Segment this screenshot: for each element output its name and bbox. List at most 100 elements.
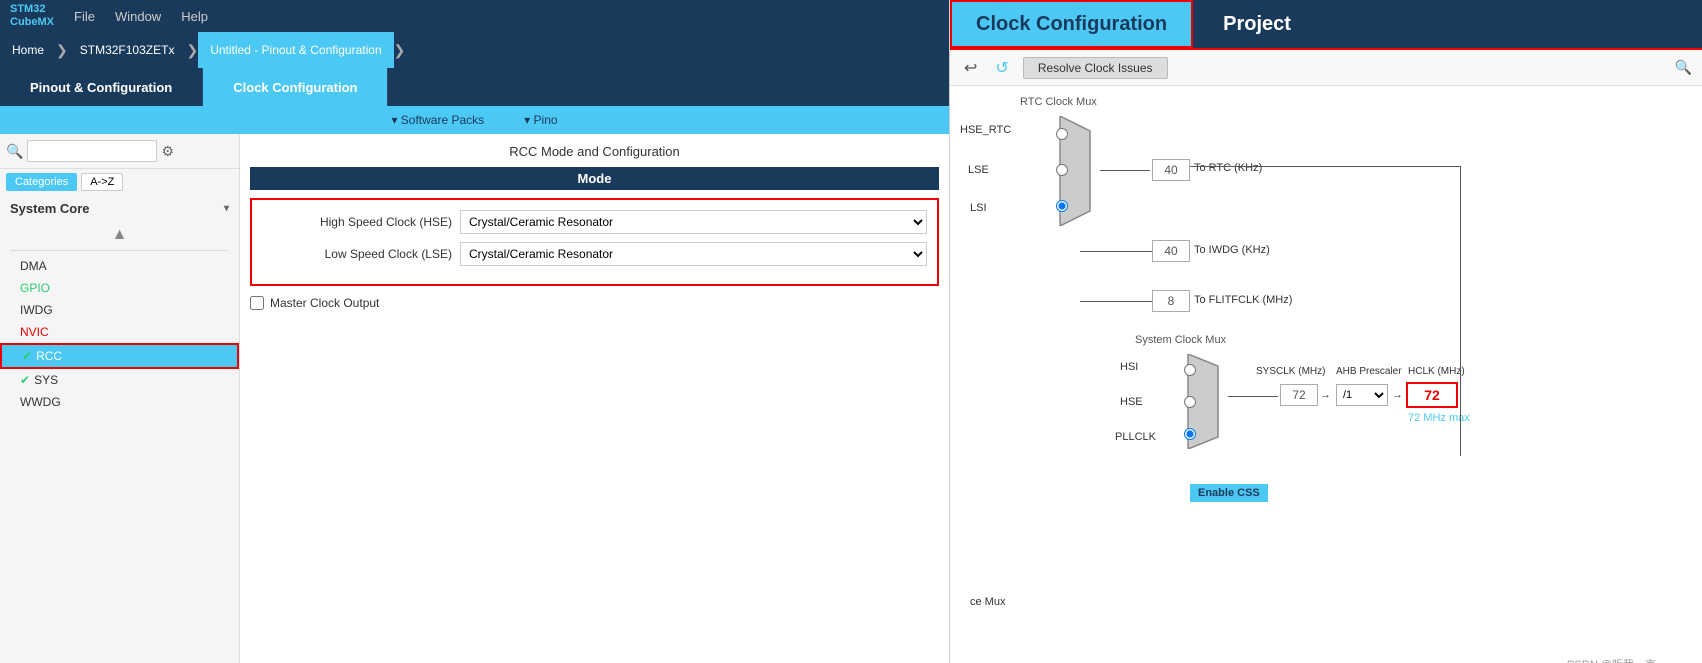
breadcrumb-device[interactable]: STM32F103ZETx	[68, 32, 187, 68]
menu-window[interactable]: Window	[115, 9, 161, 24]
system-core-label: System Core	[10, 201, 89, 216]
line-iwdg	[1080, 251, 1152, 252]
breadcrumb: Home ❯ STM32F103ZETx ❯ Untitled - Pinout…	[0, 32, 949, 68]
check-icon-sys: ✔	[20, 373, 30, 387]
rcc-title: RCC Mode and Configuration	[250, 144, 939, 159]
breadcrumb-arrow-2: ❯	[186, 42, 198, 59]
ahb-prescaler-select[interactable]: /1 /2 /4 /8 /16 /64 /128 /256 /512	[1336, 384, 1388, 406]
right-panel: Clock Configuration Project ↩ ↺ Resolve …	[950, 0, 1702, 663]
search-input[interactable]	[27, 140, 157, 162]
hse-label: High Speed Clock (HSE)	[262, 215, 452, 229]
breadcrumb-arrow-1: ❯	[56, 42, 68, 59]
breadcrumb-project[interactable]: Untitled - Pinout & Configuration	[198, 32, 393, 68]
sub-tab-bar: ▾ Software Packs ▾ Pino	[0, 106, 949, 134]
tab-az[interactable]: A->Z	[81, 173, 123, 191]
breadcrumb-arrow-3: ❯	[394, 42, 406, 59]
right-top-bar: Clock Configuration Project	[950, 0, 1702, 50]
pllclk-label: PLLCLK	[1115, 431, 1156, 443]
right-tab-clock[interactable]: Clock Configuration	[950, 0, 1193, 48]
right-tab-project[interactable]: Project	[1193, 0, 1702, 48]
hse-row: High Speed Clock (HSE) Crystal/Ceramic R…	[262, 210, 927, 234]
config-box: High Speed Clock (HSE) Crystal/Ceramic R…	[250, 198, 939, 286]
divider	[10, 250, 229, 251]
lse-label: Low Speed Clock (LSE)	[262, 247, 452, 261]
tab-bar: Pinout & Configuration Clock Configurati…	[0, 68, 949, 106]
master-clock-row: Master Clock Output	[250, 296, 939, 310]
radio-hsi[interactable]	[1184, 364, 1196, 379]
gear-icon[interactable]: ⚙	[161, 143, 174, 160]
chevron-down-icon: ▾	[224, 203, 229, 214]
to-flit-label: To FLITFCLK (MHz)	[1194, 294, 1292, 306]
hclk-value-box[interactable]: 72	[1406, 382, 1458, 408]
right-toolbar: ↩ ↺ Resolve Clock Issues 🔍	[950, 50, 1702, 86]
search-icon-toolbar[interactable]: 🔍	[1675, 59, 1692, 76]
tab-categories[interactable]: Categories	[6, 173, 77, 191]
enable-css-button[interactable]: Enable CSS	[1190, 484, 1268, 502]
iwdg-value-box[interactable]: 40	[1152, 240, 1190, 262]
lse-row: Low Speed Clock (LSE) Crystal/Ceramic Re…	[262, 242, 927, 266]
undo-icon[interactable]: ↩	[960, 56, 981, 80]
resolve-clock-issues-button[interactable]: Resolve Clock Issues	[1023, 57, 1168, 79]
vertical-line-bottom	[1460, 426, 1461, 456]
lse-select[interactable]: Crystal/Ceramic Resonator Disable BYPASS…	[460, 242, 927, 266]
arrow-right-2: →	[1392, 389, 1403, 401]
sidebar-item-rcc-label: RCC	[36, 349, 62, 363]
sidebar-item-nvic[interactable]: NVIC	[0, 321, 239, 343]
sidebar-item-iwdg[interactable]: IWDG	[0, 299, 239, 321]
lsi-label: LSI	[970, 202, 987, 214]
menu-file[interactable]: File	[74, 9, 95, 24]
ce-mux-label: ce Mux	[970, 596, 1005, 608]
check-icon: ✔	[22, 349, 32, 363]
arrow-right-1: →	[1320, 389, 1331, 401]
line-rtc	[1100, 170, 1150, 171]
sidebar-list: ▲ DMA GPIO IWDG NVIC ✔ RCC ✔ SYS WWDG	[0, 222, 239, 415]
flit-value-box[interactable]: 8	[1152, 290, 1190, 312]
sub-tab-software-packs[interactable]: ▾ Software Packs	[391, 113, 484, 127]
clock-diagram: RTC Clock Mux HSE_RTC LSE LSI	[950, 86, 1702, 663]
menu-help[interactable]: Help	[181, 9, 208, 24]
line-flit	[1080, 301, 1152, 302]
vertical-line-right	[1460, 166, 1461, 426]
hse-sys-label: HSE	[1120, 396, 1143, 408]
to-rtc-label: To RTC (KHz)	[1194, 162, 1262, 174]
tab-clock[interactable]: Clock Configuration	[203, 68, 388, 106]
horizontal-line-top	[1190, 166, 1460, 167]
master-clock-label: Master Clock Output	[270, 296, 379, 310]
watermark: CSDN @听我一言	[1567, 656, 1656, 663]
radio-lsi[interactable]	[1056, 200, 1068, 215]
sidebar-item-dma[interactable]: DMA	[0, 255, 239, 277]
radio-pllclk[interactable]	[1184, 428, 1196, 443]
mode-header: Mode	[250, 167, 939, 190]
app-logo: STM32 CubeMX	[10, 3, 54, 29]
search-icon: 🔍	[6, 143, 23, 160]
hse-rtc-label: HSE_RTC	[960, 124, 1011, 136]
hclk-label: HCLK (MHz)	[1408, 366, 1465, 377]
rtc-value-box[interactable]: 40	[1152, 159, 1190, 181]
line-sysclk	[1228, 396, 1278, 397]
sidebar-search-bar: 🔍 ⚙	[0, 134, 239, 169]
master-clock-checkbox[interactable]	[250, 296, 264, 310]
content-area: RCC Mode and Configuration Mode High Spe…	[240, 134, 949, 663]
sidebar-item-rcc[interactable]: ✔ RCC	[0, 343, 239, 369]
system-core-header[interactable]: System Core ▾	[0, 195, 239, 222]
top-bar: STM32 CubeMX File Window Help	[0, 0, 949, 32]
radio-hse-rtc[interactable]	[1056, 128, 1068, 143]
sidebar-item-wwdg[interactable]: WWDG	[0, 391, 239, 413]
sub-tab-pinout[interactable]: ▾ Pino	[524, 113, 557, 127]
sidebar-item-gpio[interactable]: GPIO	[0, 277, 239, 299]
main-area: 🔍 ⚙ Categories A->Z System Core ▾ ▲ DMA …	[0, 134, 949, 663]
sidebar-item-sys[interactable]: ✔ SYS	[0, 369, 239, 391]
sidebar: 🔍 ⚙ Categories A->Z System Core ▾ ▲ DMA …	[0, 134, 240, 663]
to-iwdg-label: To IWDG (KHz)	[1194, 244, 1270, 256]
tab-pinout[interactable]: Pinout & Configuration	[0, 68, 203, 106]
hse-select[interactable]: Crystal/Ceramic Resonator Disable BYPASS…	[460, 210, 927, 234]
radio-lse[interactable]	[1056, 164, 1068, 179]
system-clock-mux-label: System Clock Mux	[1135, 334, 1226, 346]
ahb-prescaler-label: AHB Prescaler	[1336, 366, 1402, 377]
breadcrumb-home[interactable]: Home	[0, 32, 56, 68]
refresh-icon[interactable]: ↺	[991, 56, 1012, 80]
scroll-up-icon[interactable]: ▲	[112, 226, 128, 244]
sysclk-value-box[interactable]: 72	[1280, 384, 1318, 406]
radio-hse-sys[interactable]	[1184, 396, 1196, 411]
sysclk-label: SYSCLK (MHz)	[1256, 366, 1325, 377]
